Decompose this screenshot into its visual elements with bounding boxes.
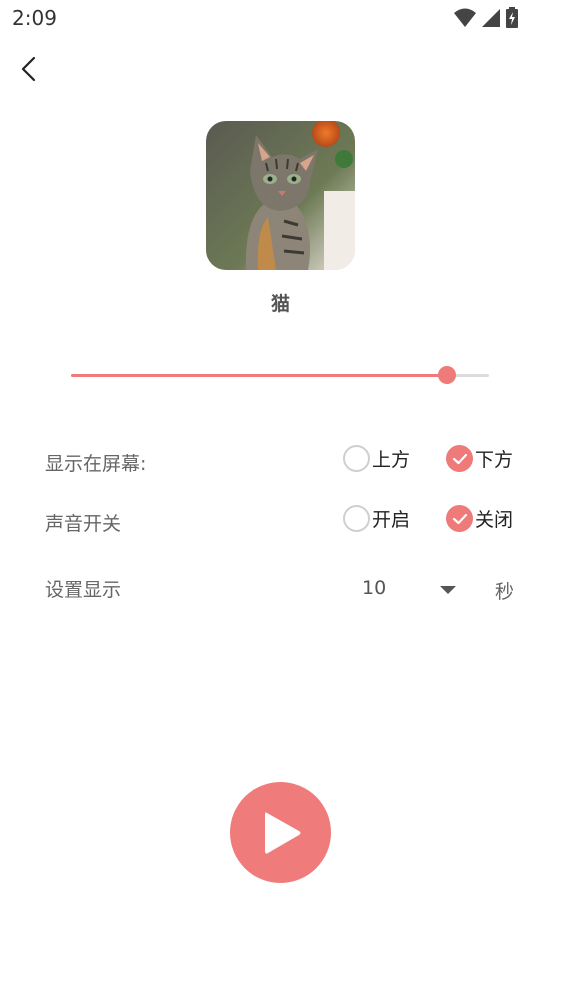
radio-checked-icon [446, 445, 473, 472]
cat-photo [206, 121, 355, 270]
slider-thumb[interactable] [438, 366, 457, 384]
radio-sound-off[interactable]: 关闭 [446, 505, 513, 532]
display-position-label: 显示在屏幕: [45, 453, 147, 475]
battery-charging-icon [506, 7, 518, 28]
radio-bottom[interactable]: 下方 [446, 445, 513, 472]
radio-sound-on[interactable]: 开启 [343, 505, 410, 532]
status-icons [453, 7, 519, 29]
radio-checked-icon [446, 505, 473, 532]
progress-slider[interactable] [71, 362, 489, 388]
display-position-row: 显示在屏幕: 上方 下方 [0, 441, 561, 481]
radio-unchecked-icon [343, 445, 370, 472]
pet-name: 猫 [270, 293, 290, 315]
radio-unchecked-icon [343, 505, 370, 532]
duration-unit: 秒 [495, 581, 515, 603]
sound-switch-row: 声音开关 开启 关闭 [0, 501, 561, 541]
radio-sound-off-label: 关闭 [475, 509, 514, 531]
radio-top-label: 上方 [372, 449, 411, 471]
chevron-left-icon [21, 56, 36, 82]
back-button[interactable] [10, 50, 50, 90]
dropdown-arrow-icon[interactable] [440, 586, 456, 594]
signal-icon [482, 9, 500, 27]
sound-switch-label: 声音开关 [45, 513, 122, 535]
play-icon [264, 811, 300, 854]
duration-select[interactable]: 10 [362, 577, 386, 599]
radio-bottom-label: 下方 [475, 449, 514, 471]
app-screen: 2:09 猫 显示在屏幕: 上方 下方 声音开关 开启 关闭 设置显示 10 秒 [0, 0, 561, 999]
display-duration-row: 设置显示 10 秒 [0, 567, 561, 607]
radio-top[interactable]: 上方 [343, 445, 410, 472]
play-button[interactable] [230, 782, 331, 883]
radio-sound-on-label: 开启 [372, 509, 411, 531]
display-duration-label: 设置显示 [45, 579, 122, 601]
slider-fill [71, 374, 448, 377]
status-time: 2:09 [12, 6, 57, 30]
wifi-icon [454, 8, 476, 27]
